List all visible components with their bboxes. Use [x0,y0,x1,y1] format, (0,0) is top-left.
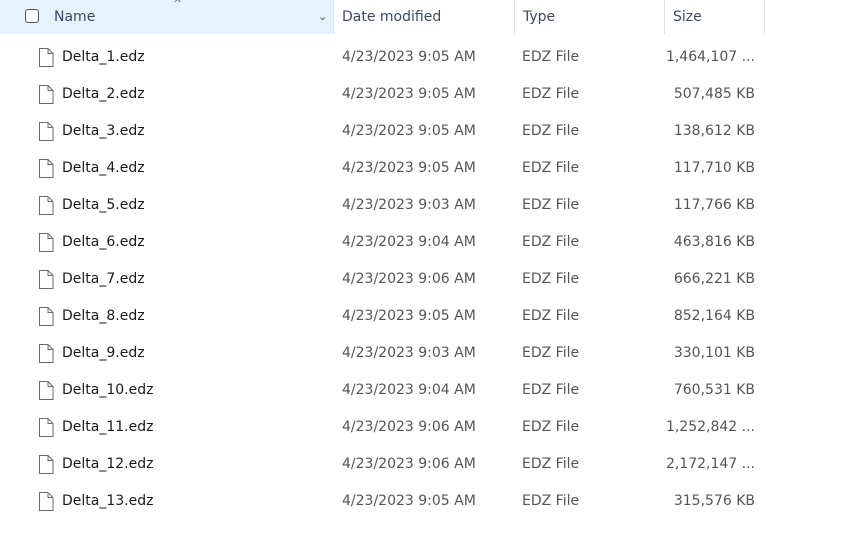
file-icon [38,76,54,113]
file-icon [38,446,54,483]
file-row[interactable]: Delta_6.edz 4/23/2023 9:04 AM EDZ File 4… [0,224,852,261]
column-header-size[interactable]: Size [665,0,765,34]
file-name: Delta_6.edz [62,234,145,250]
file-name: Delta_7.edz [62,271,145,287]
file-type: EDZ File [522,160,580,176]
file-size: 1,252,842 ... [665,419,755,435]
file-name: Delta_10.edz [62,382,154,398]
file-type: EDZ File [522,271,580,287]
file-date-modified: 4/23/2023 9:06 AM [342,419,476,435]
file-size: 1,464,107 ... [665,49,755,65]
file-type: EDZ File [522,234,580,250]
file-type: EDZ File [522,456,580,472]
file-size: 315,576 KB [673,493,755,509]
file-type: EDZ File [522,123,580,139]
column-header-name-label: Name [54,9,96,25]
file-name: Delta_9.edz [62,345,145,361]
file-date-modified: 4/23/2023 9:04 AM [342,382,476,398]
file-name: Delta_8.edz [62,308,145,324]
sort-ascending-icon: ^ [173,0,183,10]
file-name: Delta_11.edz [62,419,154,435]
file-size: 138,612 KB [673,123,755,139]
file-icon [38,39,54,76]
file-size: 2,172,147 ... [665,456,755,472]
file-date-modified: 4/23/2023 9:05 AM [342,493,476,509]
file-name: Delta_13.edz [62,493,154,509]
column-header-type[interactable]: Type [515,0,665,34]
file-row[interactable]: Delta_1.edz 4/23/2023 9:05 AM EDZ File 1… [0,39,852,76]
file-size: 666,221 KB [673,271,755,287]
file-size: 852,164 KB [673,308,755,324]
file-size: 117,710 KB [673,160,755,176]
file-icon [38,372,54,409]
file-date-modified: 4/23/2023 9:05 AM [342,160,476,176]
file-date-modified: 4/23/2023 9:05 AM [342,123,476,139]
file-list-view: Name ^ ⌄ Date modified Type Size Delta_1… [0,0,852,552]
file-icon [38,298,54,335]
file-size: 330,101 KB [673,345,755,361]
file-icon [38,335,54,372]
file-row[interactable]: Delta_7.edz 4/23/2023 9:06 AM EDZ File 6… [0,261,852,298]
file-type: EDZ File [522,382,580,398]
file-rows: Delta_1.edz 4/23/2023 9:05 AM EDZ File 1… [0,39,852,520]
file-icon [38,261,54,298]
file-icon [38,224,54,261]
column-filter-dropdown-icon[interactable]: ⌄ [318,0,327,34]
file-icon [38,409,54,446]
file-type: EDZ File [522,49,580,65]
select-all-checkbox[interactable] [25,9,39,23]
file-date-modified: 4/23/2023 9:04 AM [342,234,476,250]
file-size: 463,816 KB [673,234,755,250]
file-row[interactable]: Delta_10.edz 4/23/2023 9:04 AM EDZ File … [0,372,852,409]
file-type: EDZ File [522,345,580,361]
file-row[interactable]: Delta_11.edz 4/23/2023 9:06 AM EDZ File … [0,409,852,446]
file-name: Delta_4.edz [62,160,145,176]
file-row[interactable]: Delta_3.edz 4/23/2023 9:05 AM EDZ File 1… [0,113,852,150]
file-icon [38,483,54,520]
column-header-bar: Name ^ ⌄ Date modified Type Size [0,0,852,34]
file-name: Delta_3.edz [62,123,145,139]
column-header-name[interactable]: Name ^ ⌄ [0,0,334,34]
file-icon [38,187,54,224]
file-row[interactable]: Delta_9.edz 4/23/2023 9:03 AM EDZ File 3… [0,335,852,372]
file-date-modified: 4/23/2023 9:06 AM [342,271,476,287]
file-row[interactable]: Delta_5.edz 4/23/2023 9:03 AM EDZ File 1… [0,187,852,224]
file-type: EDZ File [522,493,580,509]
file-date-modified: 4/23/2023 9:05 AM [342,86,476,102]
file-icon [38,113,54,150]
file-size: 507,485 KB [673,86,755,102]
file-type: EDZ File [522,197,580,213]
file-row[interactable]: Delta_8.edz 4/23/2023 9:05 AM EDZ File 8… [0,298,852,335]
file-date-modified: 4/23/2023 9:03 AM [342,345,476,361]
file-size: 117,766 KB [673,197,755,213]
file-date-modified: 4/23/2023 9:06 AM [342,456,476,472]
file-name: Delta_5.edz [62,197,145,213]
file-date-modified: 4/23/2023 9:03 AM [342,197,476,213]
file-size: 760,531 KB [673,382,755,398]
file-type: EDZ File [522,86,580,102]
file-date-modified: 4/23/2023 9:05 AM [342,49,476,65]
file-date-modified: 4/23/2023 9:05 AM [342,308,476,324]
file-icon [38,150,54,187]
file-row[interactable]: Delta_12.edz 4/23/2023 9:06 AM EDZ File … [0,446,852,483]
file-name: Delta_12.edz [62,456,154,472]
column-header-date-modified[interactable]: Date modified [334,0,515,34]
file-name: Delta_2.edz [62,86,145,102]
file-row[interactable]: Delta_2.edz 4/23/2023 9:05 AM EDZ File 5… [0,76,852,113]
file-name: Delta_1.edz [62,49,145,65]
file-row[interactable]: Delta_13.edz 4/23/2023 9:05 AM EDZ File … [0,483,852,520]
file-type: EDZ File [522,308,580,324]
file-row[interactable]: Delta_4.edz 4/23/2023 9:05 AM EDZ File 1… [0,150,852,187]
file-type: EDZ File [522,419,580,435]
